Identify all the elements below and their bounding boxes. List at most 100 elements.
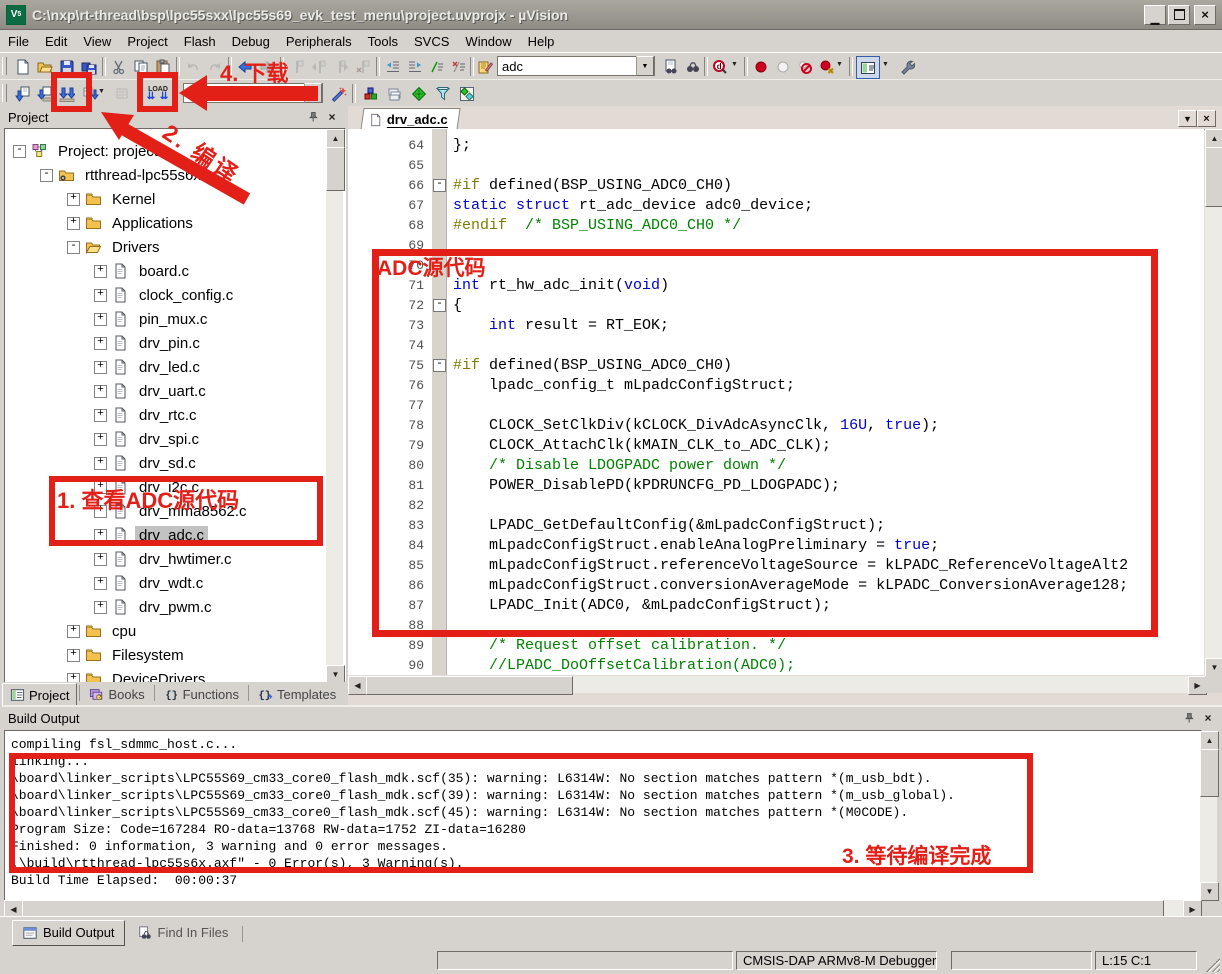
- dropdown-arrow-icon[interactable]: ▼: [836, 61, 843, 68]
- tree-item-applications[interactable]: +Applications: [67, 211, 197, 235]
- indent-left-icon[interactable]: [382, 56, 404, 77]
- menu-tools[interactable]: Tools: [360, 32, 406, 51]
- expand-icon[interactable]: +: [94, 385, 107, 398]
- panel-tab-books[interactable]: ?Books: [82, 683, 151, 705]
- pin-icon[interactable]: [305, 110, 321, 124]
- tree-item-drv-uart-c[interactable]: +drv_uart.c: [94, 379, 210, 403]
- search-combobox[interactable]: adc▼: [497, 56, 655, 76]
- expand-icon[interactable]: +: [94, 337, 107, 350]
- tree-item-clock-config-c[interactable]: +clock_config.c: [94, 283, 237, 307]
- tree-item-kernel[interactable]: +Kernel: [67, 187, 159, 211]
- tree-item-drv-spi-c[interactable]: +drv_spi.c: [94, 427, 203, 451]
- find-in-files-icon[interactable]: [660, 56, 682, 77]
- expand-icon[interactable]: +: [94, 361, 107, 374]
- collapse-icon[interactable]: -: [40, 169, 53, 182]
- expand-icon[interactable]: +: [67, 649, 80, 662]
- tree-item-pin-mux-c[interactable]: +pin_mux.c: [94, 307, 211, 331]
- manage-books-icon[interactable]: [384, 83, 406, 104]
- tree-item-drv-sd-c[interactable]: +drv_sd.c: [94, 451, 200, 475]
- tree-item-drv-i2c-c[interactable]: +drv_i2c.c: [94, 475, 203, 499]
- fold-collapse-icon[interactable]: -: [433, 299, 446, 312]
- doc-close-icon[interactable]: ×: [1197, 110, 1216, 127]
- expand-icon[interactable]: +: [94, 529, 107, 542]
- uncomment-icon[interactable]: [448, 56, 470, 77]
- menu-debug[interactable]: Debug: [224, 32, 278, 51]
- save-icon[interactable]: [56, 56, 78, 77]
- manage-run-env-icon[interactable]: [456, 83, 478, 104]
- expand-icon[interactable]: +: [94, 313, 107, 326]
- expand-icon[interactable]: +: [94, 481, 107, 494]
- expand-icon[interactable]: +: [94, 601, 107, 614]
- select-packs-icon[interactable]: [432, 83, 454, 104]
- tree-item-drivers[interactable]: -Drivers: [67, 235, 164, 259]
- tree-item-drv-hwtimer-c[interactable]: +drv_hwtimer.c: [94, 547, 236, 571]
- tree-item-drv-wdt-c[interactable]: +drv_wdt.c: [94, 571, 207, 595]
- bookmark-icon[interactable]: [286, 56, 308, 77]
- close-panel-icon[interactable]: ×: [1200, 711, 1216, 725]
- dropdown-arrow-icon[interactable]: ▼: [731, 61, 738, 68]
- minimize-button[interactable]: ▁: [1144, 5, 1166, 25]
- menu-peripherals[interactable]: Peripherals: [278, 32, 360, 51]
- expand-icon[interactable]: +: [94, 457, 107, 470]
- tab-build-output[interactable]: Build Output: [12, 920, 125, 946]
- close-panel-icon[interactable]: ×: [324, 110, 340, 124]
- tree-item-drv-mma8562-c[interactable]: +drv_mma8562.c: [94, 499, 251, 523]
- wrench-icon[interactable]: [896, 56, 918, 77]
- window-layout-icon[interactable]: [856, 56, 880, 79]
- panel-tab-templates[interactable]: {}Templates: [251, 683, 343, 705]
- redo-icon[interactable]: [204, 56, 226, 77]
- dropdown-arrow-icon[interactable]: ▼: [98, 88, 105, 95]
- breakpoint-disabled-icon[interactable]: [772, 56, 794, 77]
- translate-icon[interactable]: [12, 83, 34, 104]
- save-all-icon[interactable]: [78, 56, 100, 77]
- configure-icon[interactable]: [474, 56, 496, 77]
- expand-icon[interactable]: +: [94, 433, 107, 446]
- maximize-button[interactable]: [1168, 5, 1190, 25]
- comment-icon[interactable]: [426, 56, 448, 77]
- navigate-forward-icon[interactable]: [256, 56, 278, 77]
- build-hscrollbar[interactable]: ◀ ▶: [4, 900, 1200, 917]
- stop-build-icon[interactable]: [112, 83, 134, 104]
- editor-vscrollbar[interactable]: ▲ ▼: [1205, 129, 1222, 675]
- paste-icon[interactable]: [152, 56, 174, 77]
- new-file-icon[interactable]: [12, 56, 34, 77]
- bookmark-clear-icon[interactable]: [352, 56, 374, 77]
- copy-icon[interactable]: [130, 56, 152, 77]
- editor-hscrollbar[interactable]: ◀ ▶: [348, 676, 1205, 693]
- menu-project[interactable]: Project: [119, 32, 175, 51]
- expand-icon[interactable]: +: [67, 217, 80, 230]
- breakpoint-icon[interactable]: [750, 56, 772, 77]
- target-combobox[interactable]: rtthread-lpc55s6x▼: [183, 83, 323, 103]
- breakpoint-enable-all-icon[interactable]: [816, 56, 838, 77]
- project-tree-scrollbar[interactable]: ▲ ▼: [326, 129, 343, 683]
- dropdown-arrow-icon[interactable]: ▼: [882, 61, 889, 68]
- tab-find-in-files[interactable]: Find In Files: [128, 921, 238, 945]
- fold-collapse-icon[interactable]: -: [433, 359, 446, 372]
- collapse-icon[interactable]: -: [67, 241, 80, 254]
- build-vscrollbar[interactable]: ▲ ▼: [1200, 731, 1217, 899]
- pin-icon[interactable]: [1181, 711, 1197, 725]
- close-button[interactable]: ×: [1194, 5, 1216, 25]
- expand-icon[interactable]: +: [94, 553, 107, 566]
- tree-item-drv-led-c[interactable]: +drv_led.c: [94, 355, 204, 379]
- tree-item-drv-pwm-c[interactable]: +drv_pwm.c: [94, 595, 216, 619]
- rebuild-icon[interactable]: [56, 83, 78, 104]
- indent-right-icon[interactable]: [404, 56, 426, 77]
- doc-list-dropdown-icon[interactable]: ▼: [1178, 110, 1197, 127]
- download-to-flash-button[interactable]: LOAD⇊ ⇊: [141, 82, 175, 105]
- navigate-back-icon[interactable]: [234, 56, 256, 77]
- tree-item-board-c[interactable]: +board.c: [94, 259, 193, 283]
- tree-item-drv-adc-c[interactable]: +drv_adc.c: [94, 523, 208, 547]
- resize-grip[interactable]: [1206, 958, 1220, 972]
- breakpoint-kill-all-icon[interactable]: [794, 56, 816, 77]
- panel-tab-functions[interactable]: {}Functions: [157, 683, 246, 705]
- expand-icon[interactable]: +: [94, 409, 107, 422]
- quick-find-icon[interactable]: d: [709, 56, 731, 77]
- options-icon[interactable]: [328, 83, 350, 104]
- bookmark-prev-icon[interactable]: [308, 56, 330, 77]
- find-icon[interactable]: [682, 56, 704, 77]
- build-icon[interactable]: [34, 83, 56, 104]
- fold-collapse-icon[interactable]: -: [433, 179, 446, 192]
- undo-icon[interactable]: [182, 56, 204, 77]
- expand-icon[interactable]: +: [67, 193, 80, 206]
